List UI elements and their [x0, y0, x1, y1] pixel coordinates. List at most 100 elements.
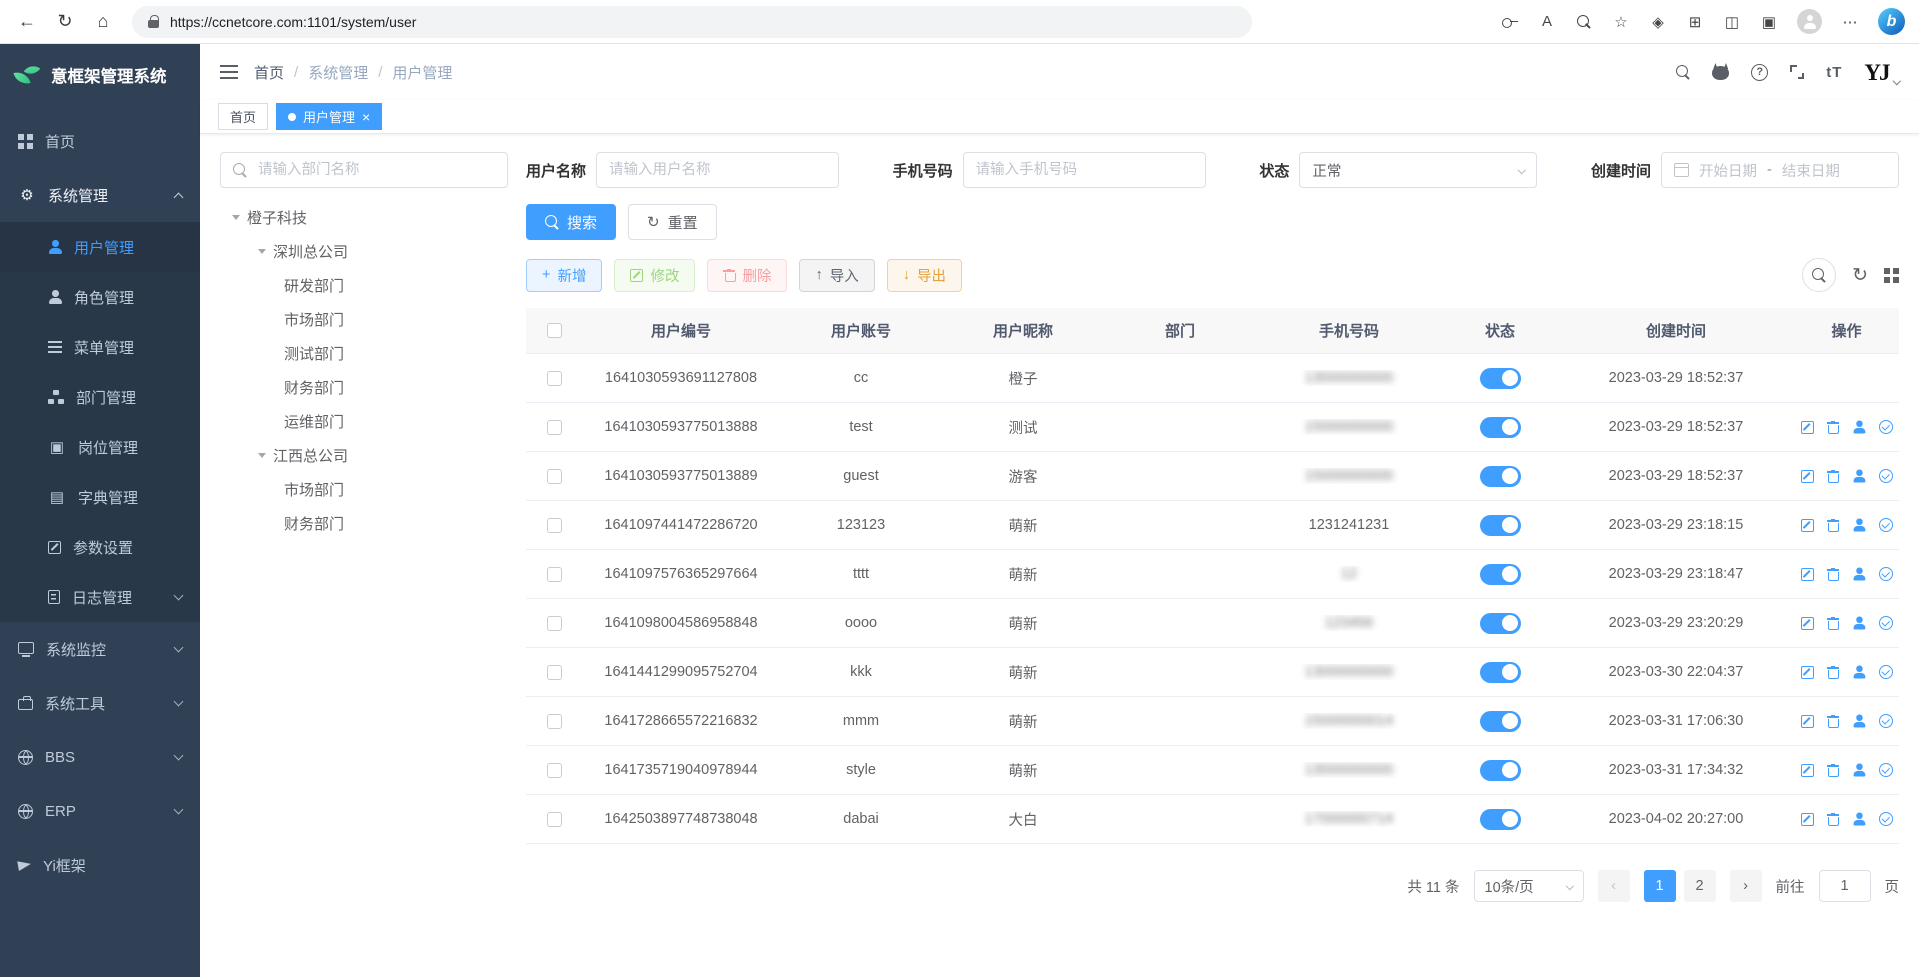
dept-search-input[interactable]	[256, 161, 495, 179]
edit-icon[interactable]	[1801, 470, 1814, 483]
tree-node[interactable]: 财务部门	[220, 506, 508, 540]
delete-icon[interactable]	[1827, 617, 1839, 630]
delete-icon[interactable]	[1827, 421, 1839, 434]
tree-node[interactable]: 财务部门	[220, 370, 508, 404]
delete-icon[interactable]	[1827, 666, 1839, 679]
browser-back-button[interactable]: ←	[10, 5, 44, 39]
reset-password-icon[interactable]	[1852, 617, 1865, 630]
status-toggle[interactable]	[1480, 515, 1521, 536]
tree-node[interactable]: 市场部门	[220, 302, 508, 336]
split-screen-icon[interactable]: ◫	[1723, 13, 1741, 31]
tree-node[interactable]: 橙子科技	[220, 200, 508, 234]
row-checkbox[interactable]	[547, 763, 562, 778]
breadcrumb-item-system[interactable]: 系统管理	[308, 62, 368, 83]
next-page-button[interactable]: ›	[1730, 870, 1762, 902]
date-range-picker[interactable]: 开始日期 - 结束日期	[1661, 152, 1899, 188]
status-toggle[interactable]	[1480, 809, 1521, 830]
sidebar-item-dept-manage[interactable]: 部门管理	[0, 372, 200, 422]
status-toggle[interactable]	[1480, 613, 1521, 634]
page-button-1[interactable]: 1	[1644, 870, 1676, 902]
password-key-icon[interactable]	[1501, 18, 1519, 26]
browser-profile-avatar[interactable]	[1797, 9, 1822, 34]
edit-icon[interactable]	[1801, 421, 1814, 434]
status-toggle[interactable]	[1480, 417, 1521, 438]
row-checkbox[interactable]	[547, 420, 562, 435]
search-icon[interactable]	[1676, 65, 1690, 79]
browser-refresh-button[interactable]: ↻	[48, 5, 82, 39]
status-toggle[interactable]	[1480, 466, 1521, 487]
delete-icon[interactable]	[1827, 813, 1839, 826]
check-circle-icon[interactable]	[1879, 518, 1893, 532]
font-size-icon[interactable]: tT	[1826, 64, 1842, 81]
delete-icon[interactable]	[1827, 568, 1839, 581]
reset-password-icon[interactable]	[1852, 764, 1865, 777]
browser-menu-dots-icon[interactable]: ⋯	[1841, 13, 1859, 31]
reset-password-icon[interactable]	[1852, 519, 1865, 532]
status-select[interactable]: 正常	[1299, 152, 1537, 188]
status-toggle[interactable]	[1480, 711, 1521, 732]
status-toggle[interactable]	[1480, 564, 1521, 585]
question-icon[interactable]	[1751, 64, 1768, 81]
edit-icon[interactable]	[1801, 813, 1814, 826]
toggle-search-button[interactable]	[1802, 258, 1836, 292]
tree-node[interactable]: 深圳总公司	[220, 234, 508, 268]
check-circle-icon[interactable]	[1879, 812, 1893, 826]
tree-node[interactable]: 测试部门	[220, 336, 508, 370]
row-checkbox[interactable]	[547, 469, 562, 484]
check-circle-icon[interactable]	[1879, 616, 1893, 630]
user-avatar[interactable]: YJ	[1864, 61, 1899, 84]
menu-fold-icon[interactable]	[220, 65, 238, 79]
check-circle-icon[interactable]	[1879, 714, 1893, 728]
tree-node[interactable]: 市场部门	[220, 472, 508, 506]
row-checkbox[interactable]	[547, 665, 562, 680]
row-checkbox[interactable]	[547, 812, 562, 827]
add-favorite-icon[interactable]: ☆	[1612, 13, 1630, 31]
tree-node[interactable]: 运维部门	[220, 404, 508, 438]
github-icon[interactable]	[1712, 64, 1729, 80]
sidebar-item-role-manage[interactable]: 角色管理	[0, 272, 200, 322]
sidebar-item-system-tools[interactable]: 系统工具	[0, 676, 200, 730]
tab-user-manage[interactable]: 用户管理 ×	[276, 103, 382, 130]
tab-home[interactable]: 首页	[218, 103, 268, 130]
delete-icon[interactable]	[1827, 715, 1839, 728]
page-button-2[interactable]: 2	[1684, 870, 1716, 902]
edit-icon[interactable]	[1801, 568, 1814, 581]
status-toggle[interactable]	[1480, 662, 1521, 683]
sidebar-item-system-manage[interactable]: ⚙系统管理	[0, 168, 200, 222]
sidebar-item-system-monitor[interactable]: 系统监控	[0, 622, 200, 676]
delete-user-button[interactable]: 删除	[707, 259, 787, 292]
browser-address-bar[interactable]: https://ccnetcore.com:1101/system/user	[132, 6, 1252, 38]
tree-node[interactable]: 江西总公司	[220, 438, 508, 472]
delete-icon[interactable]	[1827, 470, 1839, 483]
sidebar-item-log-manage[interactable]: 日志管理	[0, 572, 200, 622]
extensions-icon[interactable]: ⊞	[1686, 13, 1704, 31]
collections-icon[interactable]: ▣	[1760, 13, 1778, 31]
sidebar-item-yi-framework[interactable]: Yi框架	[0, 838, 200, 892]
bing-copilot-icon[interactable]: b	[1878, 8, 1905, 35]
page-size-select[interactable]: 10条/页	[1474, 870, 1584, 902]
sidebar-item-home[interactable]: 首页	[0, 114, 200, 168]
status-toggle[interactable]	[1480, 760, 1521, 781]
sidebar-item-bbs[interactable]: BBS	[0, 730, 200, 784]
sidebar-item-menu-manage[interactable]: 菜单管理	[0, 322, 200, 372]
select-all-checkbox[interactable]	[547, 323, 562, 338]
edit-icon[interactable]	[1801, 764, 1814, 777]
edit-icon[interactable]	[1801, 666, 1814, 679]
check-circle-icon[interactable]	[1879, 420, 1893, 434]
reset-password-icon[interactable]	[1852, 568, 1865, 581]
phone-input[interactable]	[963, 152, 1206, 188]
check-circle-icon[interactable]	[1879, 469, 1893, 483]
reset-password-icon[interactable]	[1852, 666, 1865, 679]
search-button[interactable]: 搜索	[526, 204, 616, 240]
export-button[interactable]: ↓ 导出	[887, 259, 962, 292]
edit-icon[interactable]	[1801, 617, 1814, 630]
delete-icon[interactable]	[1827, 764, 1839, 777]
tree-node[interactable]: 研发部门	[220, 268, 508, 302]
row-checkbox[interactable]	[547, 567, 562, 582]
zoom-out-icon[interactable]	[1575, 15, 1593, 29]
fullscreen-icon[interactable]	[1790, 65, 1804, 79]
edit-icon[interactable]	[1801, 519, 1814, 532]
check-circle-icon[interactable]	[1879, 763, 1893, 777]
browser-essentials-icon[interactable]: ◈	[1649, 13, 1667, 31]
reset-password-icon[interactable]	[1852, 470, 1865, 483]
